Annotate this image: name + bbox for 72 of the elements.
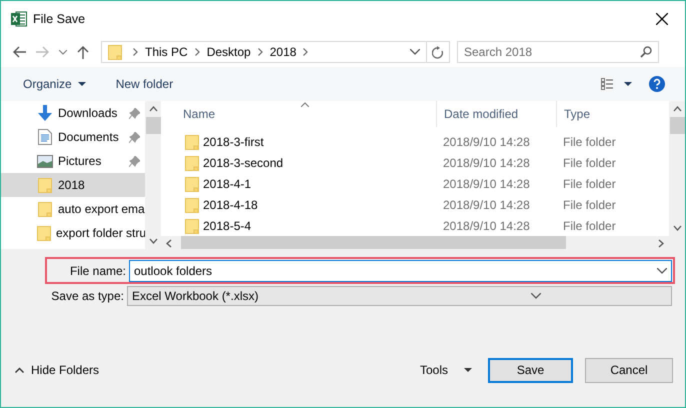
caret-icon (464, 368, 472, 372)
file-name[interactable]: 2018-3-second (203, 156, 284, 170)
breadcrumb-item[interactable]: 2018 (270, 45, 296, 59)
search-icon (640, 46, 652, 58)
scrollbar-thumb[interactable] (146, 117, 160, 134)
folder-icon (38, 201, 52, 217)
field-label: Save as type: (50, 289, 125, 303)
cancel-button[interactable]: Cancel (585, 358, 673, 382)
folder-icon (185, 196, 199, 212)
chevron-down-icon[interactable] (410, 49, 420, 55)
new-folder-button[interactable]: New folder (116, 77, 174, 91)
folder-icon (38, 177, 52, 193)
chevron-right-icon (303, 48, 308, 56)
date-cell-text: 2018/9/10 14:28 (442, 156, 531, 170)
file-name[interactable]: 2018-4-1 (203, 176, 252, 190)
caret-icon (78, 82, 86, 86)
refresh-icon[interactable] (432, 46, 444, 58)
folder-icon (37, 225, 51, 241)
folder-icon (108, 44, 122, 60)
organize-menu[interactable]: Organize (23, 77, 86, 91)
type-cell-text: File folder (562, 134, 616, 148)
folder-icon (185, 218, 199, 234)
file-name-field[interactable]: outlook folders (129, 260, 672, 282)
sidebar-item[interactable]: Pictures (1, 149, 145, 173)
document-icon (38, 129, 52, 145)
type-cell-text: File folder (562, 156, 616, 170)
file-name[interactable]: 2018-5-4 (203, 218, 252, 232)
folder-icon (185, 134, 199, 150)
chevron-down-icon[interactable] (59, 50, 67, 54)
view-options-icon[interactable] (601, 78, 633, 90)
sidebar-item[interactable]: auto export ema (1, 197, 145, 221)
type-cell-text: File folder (562, 218, 616, 232)
file-name[interactable]: 2018-4-18 (203, 198, 258, 212)
spreadsheet-app-icon (11, 11, 27, 27)
up-arrow-icon[interactable] (77, 45, 89, 59)
type-cell-text: File folder (562, 176, 616, 190)
date-cell-text: 2018/9/10 14:28 (442, 176, 531, 190)
picture-icon (37, 154, 53, 168)
address-bar[interactable]: This PC Desktop 2018 (101, 41, 450, 63)
breadcrumb-item[interactable]: This PC (145, 45, 188, 59)
file-name[interactable]: 2018-3-first (203, 134, 264, 148)
down-arrow-icon (37, 105, 53, 121)
chevron-right-icon (258, 48, 263, 56)
sidebar-item[interactable]: export folder stru (1, 221, 145, 245)
date-cell-text: 2018/9/10 14:28 (442, 134, 531, 148)
chevron-down-icon (531, 293, 542, 299)
chevron-right-icon (133, 48, 138, 56)
sidebar-item[interactable]: Downloads (1, 101, 145, 125)
date-cell-text: 2018/9/10 14:28 (442, 198, 531, 212)
column-header[interactable]: Name (161, 101, 436, 127)
chevron-up-icon (15, 367, 24, 373)
scrollbar-thumb[interactable] (670, 117, 684, 134)
breadcrumb-item[interactable]: Desktop (206, 45, 251, 59)
field-label: File name: (68, 264, 127, 278)
type-cell-text: File folder (562, 198, 616, 212)
save-button[interactable]: Save (488, 358, 573, 382)
window-title: File Save (33, 12, 86, 26)
sidebar-item[interactable]: Documents (1, 125, 145, 149)
file-type-dropdown[interactable]: Excel Workbook (*.xlsx) (127, 286, 672, 306)
chevron-right-icon (194, 48, 200, 56)
back-arrow-icon[interactable] (12, 46, 26, 58)
search-field[interactable]: Search 2018 (457, 41, 659, 63)
folder-icon (185, 154, 199, 170)
hide-folders-button[interactable]: Hide Folders (15, 363, 100, 377)
folder-icon (185, 176, 199, 192)
date-cell-text: 2018/9/10 14:28 (442, 218, 531, 232)
tools-menu[interactable]: Tools (420, 363, 472, 377)
help-icon[interactable] (649, 76, 665, 92)
column-header[interactable]: Date modified (436, 101, 556, 127)
close-icon[interactable] (656, 13, 668, 25)
sidebar-item[interactable]: 2018 (1, 173, 145, 197)
chevron-down-icon[interactable] (657, 268, 667, 274)
